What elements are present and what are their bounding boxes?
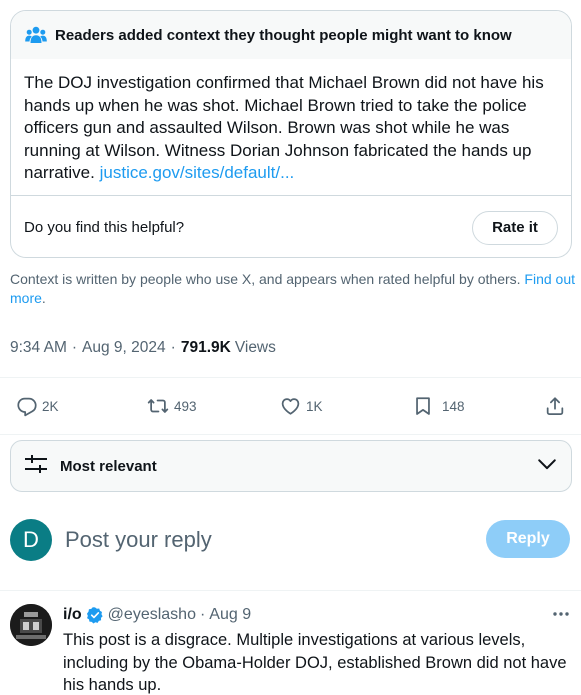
post-date[interactable]: Aug 9, 2024 (82, 339, 166, 357)
context-text: Context is written by people who use X, … (10, 271, 521, 287)
reply-action[interactable]: 2K (16, 378, 59, 434)
views-label: Views (234, 339, 276, 356)
header-separator: · (199, 606, 206, 623)
community-note: Readers added context they thought peopl… (10, 10, 572, 258)
reply-date[interactable]: Aug 9 (209, 606, 251, 624)
post-time[interactable]: 9:34 AM (10, 339, 67, 357)
repost-count: 493 (174, 398, 197, 414)
reply-text: This post is a disgrace. Multiple invest… (63, 631, 567, 694)
heart-icon (279, 395, 302, 417)
bookmark-count: 148 (442, 398, 465, 414)
divider (0, 590, 581, 591)
reply-input[interactable]: Post your reply (65, 527, 212, 553)
author-name[interactable]: i/o (63, 606, 82, 624)
context-disclaimer: Context is written by people who use X, … (10, 270, 575, 307)
author-handle[interactable]: @eyeslasho (108, 606, 196, 624)
like-action[interactable]: 1K (279, 378, 323, 434)
meta-separator: · (170, 339, 176, 356)
rate-it-button[interactable]: Rate it (472, 210, 558, 245)
reply-header: i/o @eyeslasho · Aug 9 (63, 606, 251, 624)
more-icon[interactable] (551, 604, 571, 629)
chevron-down-icon (536, 453, 558, 480)
helpful-question: Do you find this helpful? (24, 219, 185, 236)
community-note-header: Readers added context they thought peopl… (11, 11, 571, 59)
like-count: 1K (306, 398, 323, 414)
people-icon (25, 24, 51, 46)
community-note-title: Readers added context they thought peopl… (55, 26, 512, 44)
divider (0, 434, 581, 435)
share-icon (543, 395, 567, 417)
avatar[interactable] (10, 604, 52, 646)
reply-icon (16, 395, 38, 417)
reply-sort-dropdown[interactable]: Most relevant (10, 440, 572, 492)
bookmark-icon (412, 395, 434, 417)
share-action[interactable] (543, 378, 567, 434)
reply-post[interactable]: i/o @eyeslasho · Aug 9 This post is a di… (0, 592, 581, 695)
repost-icon (146, 395, 170, 417)
bookmark-action[interactable]: 148 (412, 378, 465, 434)
reply-count: 2K (42, 398, 59, 414)
views-count: 791.9K (180, 339, 231, 356)
verified-badge-icon (86, 606, 104, 624)
sort-label: Most relevant (60, 457, 157, 475)
meta-separator: · (71, 339, 78, 356)
avatar[interactable]: D (10, 519, 52, 561)
reply-composer: D Post your reply Reply (0, 510, 581, 582)
community-note-body: The DOJ investigation confirmed that Mic… (11, 59, 571, 195)
context-end: . (41, 289, 46, 306)
repost-action[interactable]: 493 (146, 378, 197, 434)
sliders-icon (24, 453, 48, 480)
community-note-source-link[interactable]: justice.gov/sites/default/... (100, 163, 295, 182)
action-bar: 2K 493 1K 148 (0, 378, 581, 434)
community-note-footer: Do you find this helpful? Rate it (11, 195, 571, 257)
reply-button[interactable]: Reply (486, 520, 570, 558)
post-meta: 9:34 AM · Aug 9, 2024 · 791.9K Views (10, 339, 276, 357)
